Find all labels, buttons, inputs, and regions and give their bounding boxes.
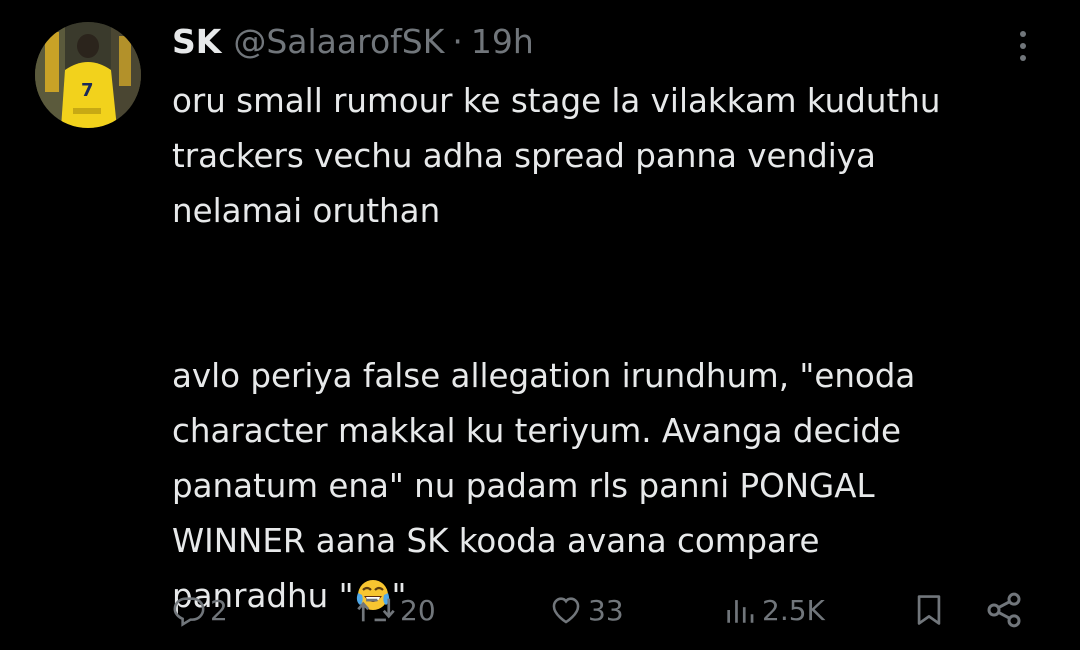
bookmark-button[interactable] [912, 588, 946, 632]
action-bar: 2 20 33 2.5K [0, 580, 1080, 640]
text-line: avlo periya false allegation irundhum, "… [172, 357, 916, 395]
views-count: 2.5K [762, 593, 825, 627]
reply-icon [173, 597, 205, 627]
bookmark-icon [917, 595, 941, 625]
text-line: WINNER aana SK kooda avana compare [172, 522, 820, 560]
more-dot [1020, 31, 1026, 37]
share-button[interactable] [984, 588, 1024, 632]
avatar-image: 7 [35, 22, 141, 128]
tweet[interactable]: 7 SK @SalaarofSK · 19h oru small rumour … [0, 0, 1080, 650]
share-icon [987, 592, 1021, 628]
svg-text:7: 7 [81, 80, 94, 101]
avatar[interactable]: 7 [35, 22, 141, 128]
like-count: 33 [588, 593, 624, 627]
author-name[interactable]: SK [172, 22, 221, 61]
reply-button[interactable]: 2 [172, 588, 228, 632]
reply-count: 2 [210, 593, 228, 627]
retweet-button[interactable]: 20 [356, 588, 436, 632]
separator-dot: · [452, 21, 463, 61]
heart-icon [552, 597, 580, 624]
text-line: trackers vechu adha spread panna vendiya [172, 137, 876, 175]
text-line: panatum ena" nu padam rls panni PONGAL [172, 467, 875, 505]
analytics-icon [727, 600, 754, 623]
text-line: oru small rumour ke stage la vilakkam ku… [172, 82, 941, 120]
more-options-icon[interactable] [1008, 26, 1038, 66]
author-handle[interactable]: @SalaarofSK [233, 22, 444, 61]
text-line: nelamai oruthan [172, 192, 441, 230]
like-button[interactable]: 33 [548, 588, 624, 632]
tweet-header: SK @SalaarofSK · 19h [172, 18, 534, 64]
retweet-count: 20 [400, 593, 436, 627]
text-line: character makkal ku teriyum. Avanga deci… [172, 412, 902, 450]
views-button[interactable]: 2.5K [722, 588, 825, 632]
more-dot [1020, 55, 1026, 61]
tweet-text: oru small rumour ke stage la vilakkam ku… [172, 74, 1052, 624]
more-dot [1020, 43, 1026, 49]
tweet-timestamp[interactable]: 19h [471, 22, 534, 61]
retweet-icon [357, 598, 395, 622]
